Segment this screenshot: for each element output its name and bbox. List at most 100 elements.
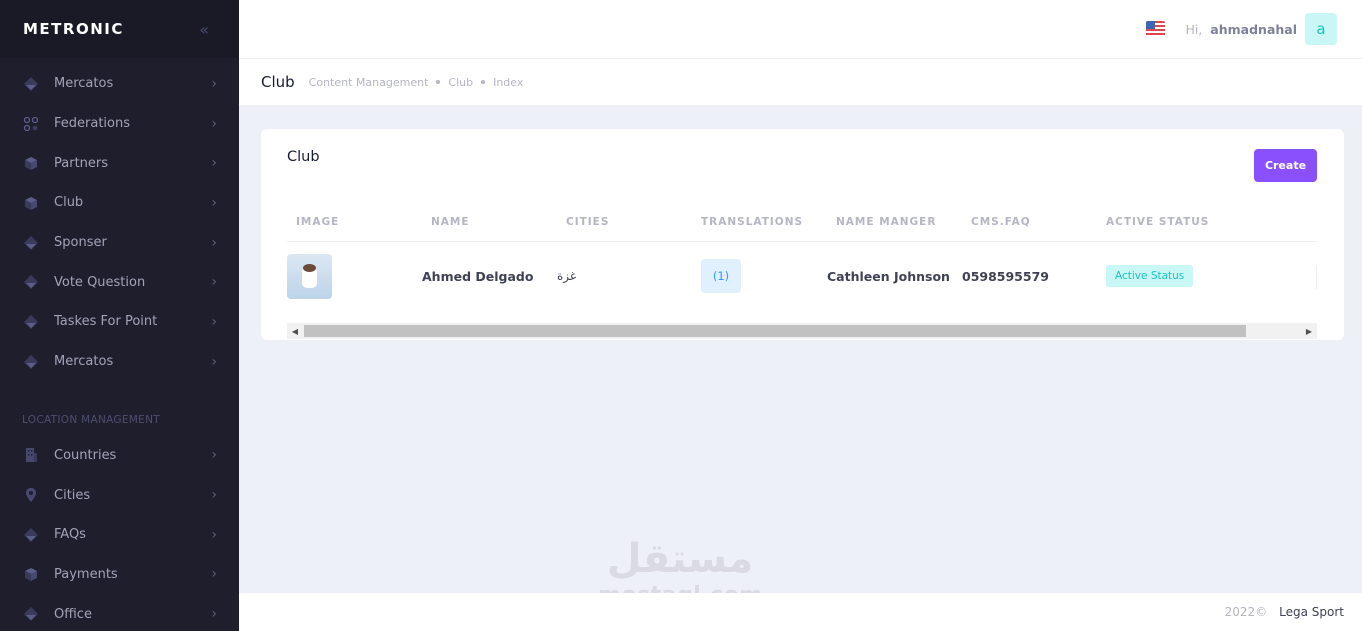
sidebar-item-label: Payments [54, 566, 118, 582]
footer-link[interactable]: Lega Sport [1279, 605, 1344, 619]
city-cell: غزة [557, 269, 577, 283]
sidebar-item-label: Federations [54, 116, 131, 132]
sidebar-item-label: FAQs [54, 527, 86, 543]
sidebar-item-label: Mercatos [54, 76, 114, 92]
sidebar-item-office[interactable]: Office › [0, 594, 239, 631]
brand-logo[interactable]: METRONIC [23, 20, 124, 38]
manager-cell: Cathleen Johnson [827, 268, 950, 284]
footer: 2022© Lega Sport [239, 593, 1362, 631]
table-row[interactable]: Ahmed Delgado غزة (1) Cathleen Johnson 0… [287, 243, 1317, 309]
breadcrumb-item[interactable]: Index [493, 76, 523, 89]
column-header-active-status[interactable]: ACTIVE STATUS [1106, 216, 1209, 228]
sidebar-item-label: Club [54, 195, 84, 211]
diamond-icon [22, 75, 40, 93]
chevron-right-icon: › [211, 447, 217, 464]
column-header-cms-faq[interactable]: CMS.FAQ [971, 216, 1031, 228]
sidebar-item-label: Cities [54, 487, 91, 503]
box-icon [22, 194, 40, 212]
diamond-icon [22, 526, 40, 544]
main-menu: Mercatos › Federations › Partners › Club… [0, 58, 239, 382]
club-image[interactable] [287, 253, 332, 299]
chevron-right-icon: › [211, 526, 217, 543]
breadcrumb-item[interactable]: Content Management [309, 76, 429, 89]
greeting-text: Hi, [1185, 21, 1203, 37]
translations-cell: (1) [701, 243, 741, 309]
sidebar-item-federations[interactable]: Federations › [0, 104, 239, 144]
sidebar-item-sponser[interactable]: Sponser › [0, 223, 239, 263]
card-title: Club [287, 149, 320, 165]
sidebar-item-label: Mercatos [54, 354, 114, 370]
horizontal-scrollbar[interactable]: ◀ ▶ [287, 323, 1317, 339]
diamond-icon [22, 234, 40, 252]
sidebar-item-label: Vote Question [54, 274, 146, 290]
box-icon [22, 154, 40, 172]
diamond-icon [22, 273, 40, 291]
status-badge: Active Status [1106, 265, 1194, 287]
chevron-right-icon: › [211, 353, 217, 370]
sidebar-item-label: Sponser [54, 235, 107, 251]
faq-cell: 0598595579 [962, 268, 1049, 284]
diamond-icon [22, 313, 40, 331]
sidebar-item-label: Countries [54, 447, 117, 463]
sidebar-item-faqs[interactable]: FAQs › [0, 515, 239, 555]
sidebar-item-vote-question[interactable]: Vote Question › [0, 262, 239, 302]
sidebar-item-payments[interactable]: Payments › [0, 555, 239, 595]
translations-badge[interactable]: (1) [701, 259, 741, 293]
sidebar-item-label: Taskes For Point [54, 314, 158, 330]
image-cell [287, 243, 332, 309]
status-cell: Active Status [1106, 243, 1194, 309]
subheader: Club Content Management Club Index [239, 58, 1362, 105]
user-name[interactable]: ahmadnahal [1210, 22, 1297, 37]
column-header-name[interactable]: NAME [431, 216, 470, 228]
chevron-right-icon: › [211, 155, 217, 172]
sidebar-item-cities[interactable]: Cities › [0, 475, 239, 515]
scrollbar-thumb[interactable] [304, 325, 1246, 337]
chevron-right-icon: › [211, 234, 217, 251]
watermark-arabic: مستقل [606, 536, 754, 582]
sidebar: METRONIC « Mercatos › Federations › Part… [0, 0, 239, 631]
chevron-right-icon: › [211, 606, 217, 623]
chevron-right-icon: › [211, 115, 217, 132]
breadcrumb-item[interactable]: Club [448, 76, 473, 89]
column-header-image[interactable]: IMAGE [296, 216, 339, 228]
table-header: IMAGE NAME CITIES TRANSLATIONS NAME MANG… [287, 209, 1317, 242]
sidebar-item-label: Office [54, 606, 92, 622]
chevron-right-icon: › [211, 313, 217, 330]
name-cell: Ahmed Delgado [422, 268, 534, 284]
column-divider [1316, 265, 1317, 289]
building-icon [22, 446, 40, 464]
us-flag-icon[interactable] [1146, 21, 1166, 37]
box-icon [22, 565, 40, 583]
chevron-right-icon: › [211, 75, 217, 92]
avatar[interactable]: a [1305, 13, 1337, 45]
column-header-cities[interactable]: CITIES [566, 216, 609, 228]
location-menu: Countries › Cities › FAQs › Payments › O… [0, 436, 239, 631]
sidebar-item-mercatos[interactable]: Mercatos › [0, 64, 239, 104]
diamond-icon [22, 605, 40, 623]
scroll-right-icon[interactable]: ▶ [1301, 323, 1317, 339]
sidebar-item-countries[interactable]: Countries › [0, 436, 239, 476]
diamond-icon [22, 353, 40, 371]
chevron-right-icon: › [211, 566, 217, 583]
top-header: Hi, ahmadnahal a [239, 0, 1362, 58]
sidebar-item-mercatos-2[interactable]: Mercatos › [0, 342, 239, 382]
create-button[interactable]: Create [1254, 149, 1317, 182]
circles-icon [22, 115, 40, 133]
collapse-sidebar-icon[interactable]: « [199, 20, 209, 39]
chevron-right-icon: › [211, 274, 217, 291]
brand-bar: METRONIC « [0, 0, 239, 58]
scroll-left-icon[interactable]: ◀ [287, 323, 303, 339]
club-card: Club Create IMAGE NAME CITIES TRANSLATIO… [261, 129, 1344, 340]
map-pin-icon [22, 486, 40, 504]
column-header-name-manger[interactable]: NAME MANGER [836, 216, 936, 228]
sidebar-item-club[interactable]: Club › [0, 183, 239, 223]
sidebar-item-partners[interactable]: Partners › [0, 143, 239, 183]
chevron-right-icon: › [211, 194, 217, 211]
copyright-text: 2022© [1224, 605, 1268, 619]
sidebar-item-taskes-for-point[interactable]: Taskes For Point › [0, 302, 239, 342]
menu-section-title: LOCATION MANAGEMENT [22, 413, 160, 426]
page-title: Club [261, 73, 295, 91]
column-header-translations[interactable]: TRANSLATIONS [701, 216, 803, 228]
breadcrumb-separator [481, 80, 486, 84]
sidebar-item-label: Partners [54, 155, 109, 171]
